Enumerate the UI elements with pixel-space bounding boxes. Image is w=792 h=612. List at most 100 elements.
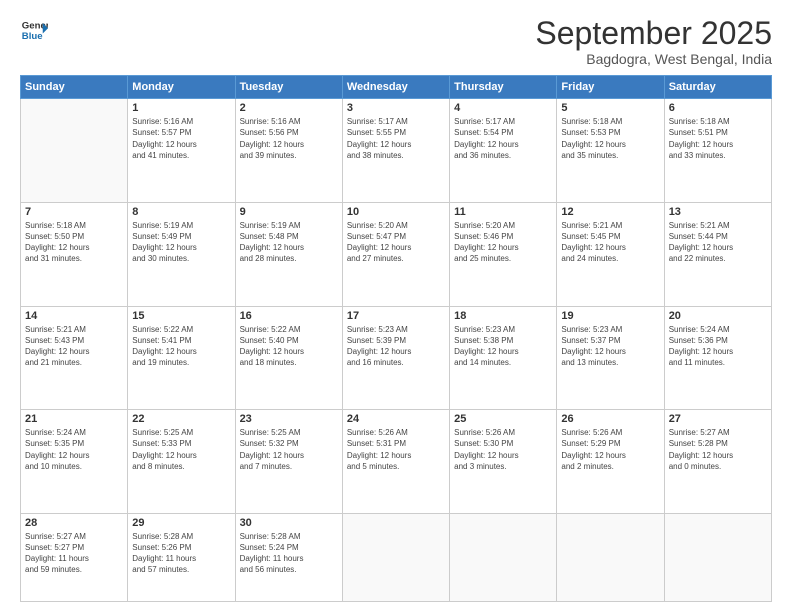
page: General Blue September 2025 Bagdogra, We… [0,0,792,612]
day-number: 9 [240,206,338,218]
day-number: 27 [669,413,767,425]
day-info: Sunrise: 5:18 AM Sunset: 5:53 PM Dayligh… [561,116,659,161]
day-info: Sunrise: 5:28 AM Sunset: 5:26 PM Dayligh… [132,531,230,576]
header-tuesday: Tuesday [235,76,342,99]
day-info: Sunrise: 5:25 AM Sunset: 5:32 PM Dayligh… [240,427,338,472]
day-info: Sunrise: 5:27 AM Sunset: 5:27 PM Dayligh… [25,531,123,576]
table-row: 23 Sunrise: 5:25 AM Sunset: 5:32 PM Dayli… [235,410,342,514]
table-row: 26Sunrise: 5:26 AM Sunset: 5:29 PM Dayli… [557,410,664,514]
table-row: 30 Sunrise: 5:28 AM Sunset: 5:24 PM Dayli… [235,513,342,601]
day-number: 24 [347,413,445,425]
month-title: September 2025 [535,16,772,51]
table-row: 17 Sunrise: 5:23 AM Sunset: 5:39 PM Dayli… [342,306,449,410]
table-row: 20 Sunrise: 5:24 AM Sunset: 5:36 PM Dayli… [664,306,771,410]
day-number: 8 [132,206,230,218]
day-number: 2 [240,102,338,114]
day-info: Sunrise: 5:28 AM Sunset: 5:24 PM Dayligh… [240,531,338,576]
table-row: 21Sunrise: 5:24 AM Sunset: 5:35 PM Dayli… [21,410,128,514]
table-row: 6 Sunrise: 5:18 AM Sunset: 5:51 PM Daylig… [664,99,771,203]
day-number: 14 [25,310,123,322]
day-info: Sunrise: 5:20 AM Sunset: 5:47 PM Dayligh… [347,220,445,265]
day-info: Sunrise: 5:27 AM Sunset: 5:28 PM Dayligh… [669,427,767,472]
table-row [450,513,557,601]
table-row [342,513,449,601]
day-number: 10 [347,206,445,218]
day-info: Sunrise: 5:24 AM Sunset: 5:36 PM Dayligh… [669,324,767,369]
header-sunday: Sunday [21,76,128,99]
day-info: Sunrise: 5:23 AM Sunset: 5:37 PM Dayligh… [561,324,659,369]
table-row: 13 Sunrise: 5:21 AM Sunset: 5:44 PM Dayli… [664,202,771,306]
table-row: 2 Sunrise: 5:16 AM Sunset: 5:56 PM Daylig… [235,99,342,203]
table-row: 18 Sunrise: 5:23 AM Sunset: 5:38 PM Dayli… [450,306,557,410]
day-info: Sunrise: 5:26 AM Sunset: 5:31 PM Dayligh… [347,427,445,472]
table-row [21,99,128,203]
day-info: Sunrise: 5:21 AM Sunset: 5:45 PM Dayligh… [561,220,659,265]
day-number: 5 [561,102,659,114]
day-number: 11 [454,206,552,218]
day-number: 13 [669,206,767,218]
header-saturday: Saturday [664,76,771,99]
day-number: 16 [240,310,338,322]
day-info: Sunrise: 5:19 AM Sunset: 5:48 PM Dayligh… [240,220,338,265]
day-info: Sunrise: 5:23 AM Sunset: 5:39 PM Dayligh… [347,324,445,369]
day-info: Sunrise: 5:22 AM Sunset: 5:41 PM Dayligh… [132,324,230,369]
title-block: September 2025 Bagdogra, West Bengal, In… [535,16,772,67]
day-number: 20 [669,310,767,322]
day-number: 18 [454,310,552,322]
table-row: 22 Sunrise: 5:25 AM Sunset: 5:33 PM Dayli… [128,410,235,514]
day-info: Sunrise: 5:22 AM Sunset: 5:40 PM Dayligh… [240,324,338,369]
day-info: Sunrise: 5:26 AM Sunset: 5:29 PM Dayligh… [561,427,659,472]
day-number: 22 [132,413,230,425]
table-row: 5 Sunrise: 5:18 AM Sunset: 5:53 PM Daylig… [557,99,664,203]
day-number: 4 [454,102,552,114]
header-wednesday: Wednesday [342,76,449,99]
day-info: Sunrise: 5:26 AM Sunset: 5:30 PM Dayligh… [454,427,552,472]
day-info: Sunrise: 5:21 AM Sunset: 5:43 PM Dayligh… [25,324,123,369]
day-info: Sunrise: 5:20 AM Sunset: 5:46 PM Dayligh… [454,220,552,265]
table-row: 29 Sunrise: 5:28 AM Sunset: 5:26 PM Dayli… [128,513,235,601]
table-row [557,513,664,601]
table-row: 1Sunrise: 5:16 AM Sunset: 5:57 PM Daylig… [128,99,235,203]
day-number: 29 [132,517,230,529]
day-number: 6 [669,102,767,114]
day-number: 3 [347,102,445,114]
day-number: 23 [240,413,338,425]
svg-text:Blue: Blue [22,31,43,42]
table-row: 28 Sunrise: 5:27 AM Sunset: 5:27 PM Dayli… [21,513,128,601]
table-row: 16 Sunrise: 5:22 AM Sunset: 5:40 PM Dayli… [235,306,342,410]
day-number: 30 [240,517,338,529]
day-info: Sunrise: 5:23 AM Sunset: 5:38 PM Dayligh… [454,324,552,369]
day-number: 15 [132,310,230,322]
day-info: Sunrise: 5:17 AM Sunset: 5:54 PM Dayligh… [454,116,552,161]
day-info: Sunrise: 5:16 AM Sunset: 5:57 PM Dayligh… [132,116,230,161]
day-number: 25 [454,413,552,425]
table-row: 4 Sunrise: 5:17 AM Sunset: 5:54 PM Daylig… [450,99,557,203]
day-info: Sunrise: 5:18 AM Sunset: 5:51 PM Dayligh… [669,116,767,161]
table-row: 19 Sunrise: 5:23 AM Sunset: 5:37 PM Dayli… [557,306,664,410]
day-number: 7 [25,206,123,218]
table-row: 10 Sunrise: 5:20 AM Sunset: 5:47 PM Dayli… [342,202,449,306]
day-number: 12 [561,206,659,218]
table-row [664,513,771,601]
table-row: 25 Sunrise: 5:26 AM Sunset: 5:30 PM Dayli… [450,410,557,514]
day-number: 21 [25,413,123,425]
header-monday: Monday [128,76,235,99]
day-info: Sunrise: 5:19 AM Sunset: 5:49 PM Dayligh… [132,220,230,265]
table-row: 7 Sunrise: 5:18 AM Sunset: 5:50 PM Daylig… [21,202,128,306]
day-number: 28 [25,517,123,529]
day-info: Sunrise: 5:25 AM Sunset: 5:33 PM Dayligh… [132,427,230,472]
calendar: Sunday Monday Tuesday Wednesday Thursday… [20,75,772,602]
table-row: 24 Sunrise: 5:26 AM Sunset: 5:31 PM Dayli… [342,410,449,514]
logo-icon: General Blue [20,16,48,44]
header-friday: Friday [557,76,664,99]
day-number: 17 [347,310,445,322]
day-info: Sunrise: 5:21 AM Sunset: 5:44 PM Dayligh… [669,220,767,265]
table-row: 3 Sunrise: 5:17 AM Sunset: 5:55 PM Daylig… [342,99,449,203]
day-number: 19 [561,310,659,322]
day-info: Sunrise: 5:18 AM Sunset: 5:50 PM Dayligh… [25,220,123,265]
calendar-header-row: Sunday Monday Tuesday Wednesday Thursday… [21,76,772,99]
day-info: Sunrise: 5:17 AM Sunset: 5:55 PM Dayligh… [347,116,445,161]
header-thursday: Thursday [450,76,557,99]
table-row: 14 Sunrise: 5:21 AM Sunset: 5:43 PM Dayli… [21,306,128,410]
day-info: Sunrise: 5:16 AM Sunset: 5:56 PM Dayligh… [240,116,338,161]
